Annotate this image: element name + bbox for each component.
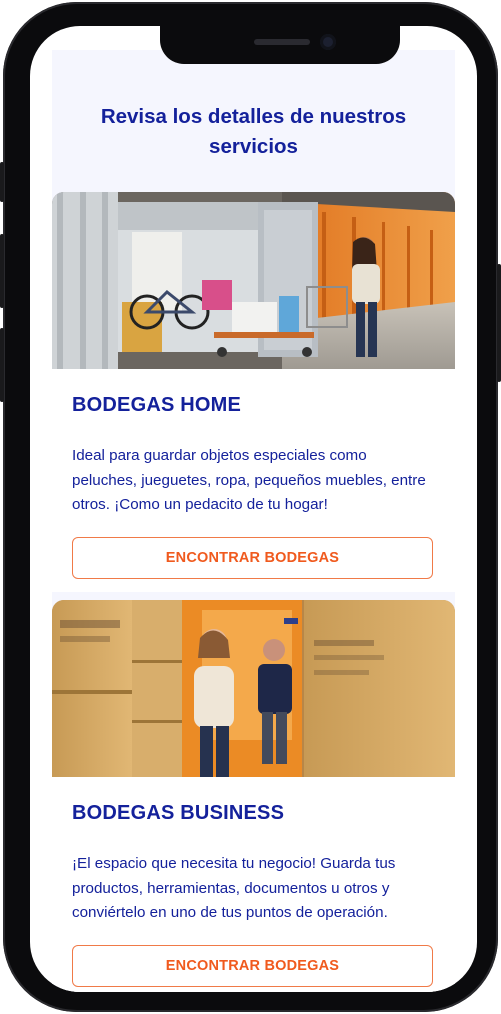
- service-description: ¡El espacio que necesita tu negocio! Gua…: [72, 855, 396, 921]
- volume-down-button: [0, 328, 4, 402]
- service-title: BODEGAS HOME: [72, 394, 242, 416]
- page-content: Revisa los detalles de nuestros servicio…: [52, 50, 455, 992]
- service-card-home: BODEGAS HOME Ideal para guardar objetos …: [52, 192, 455, 592]
- find-storage-button[interactable]: ENCONTRAR BODEGAS: [72, 945, 433, 987]
- notch: [160, 26, 400, 64]
- service-card-business: BODEGAS BUSINESS ¡El espacio que necesit…: [52, 600, 455, 992]
- speaker: [254, 39, 310, 45]
- business-storage-photo: [52, 600, 455, 777]
- home-storage-photo: [52, 192, 455, 369]
- phone-screen: Revisa los detalles de nuestros servicio…: [30, 26, 477, 992]
- camera-icon: [320, 34, 336, 50]
- side-button: [0, 162, 4, 202]
- business-storage-image: [52, 600, 455, 777]
- home-storage-image: [52, 192, 455, 369]
- service-title: BODEGAS BUSINESS: [72, 802, 285, 824]
- find-storage-button[interactable]: ENCONTRAR BODEGAS: [72, 537, 433, 579]
- phone-frame: Revisa los detalles de nuestros servicio…: [0, 2, 501, 1012]
- power-button: [497, 264, 501, 382]
- service-description: Ideal para guardar objetos especiales co…: [72, 447, 426, 513]
- volume-up-button: [0, 234, 4, 308]
- page-title: Revisa los detalles de nuestros servicio…: [100, 105, 407, 158]
